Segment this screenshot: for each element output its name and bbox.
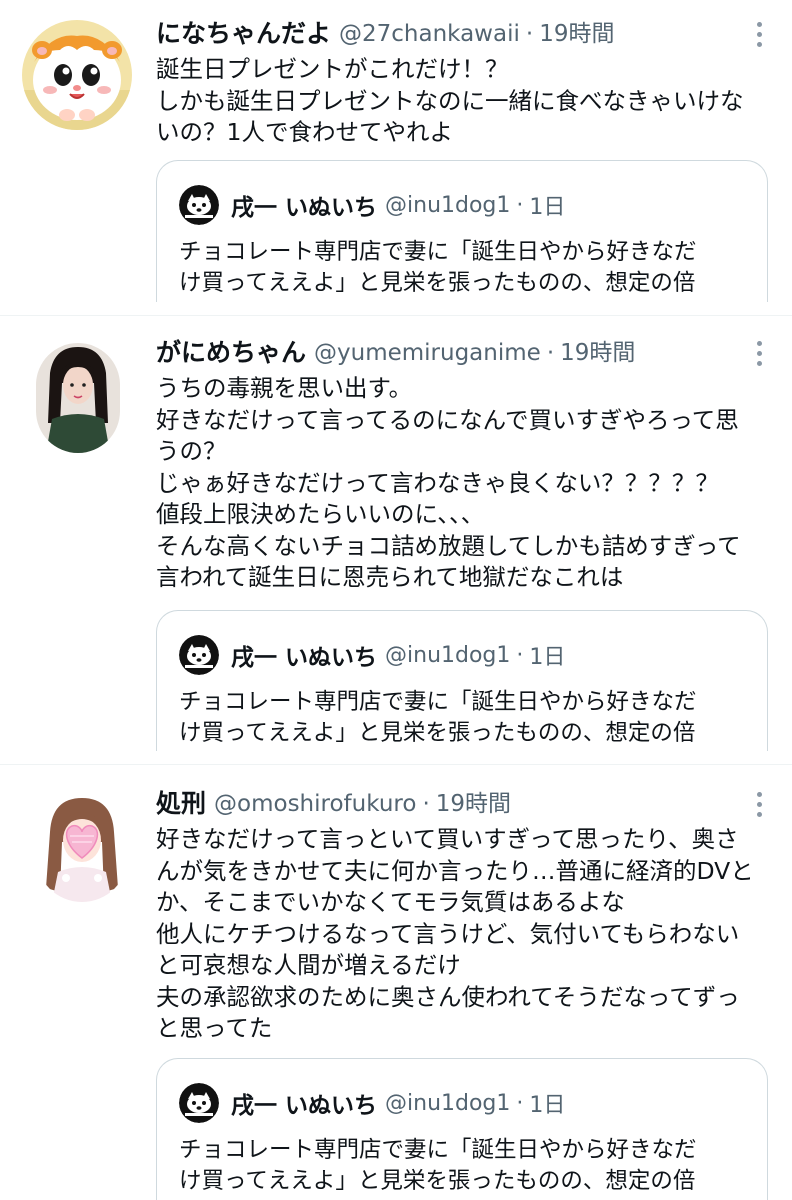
separator-dot: · — [525, 21, 534, 47]
text-line: チョコレート専門店で妻に「誕生日やから好きなだ — [179, 689, 697, 715]
tweet-text: うちの毒親を思い出す。 好きなだけって言ってるのになんで買いすぎやろって思 うの… — [156, 373, 768, 594]
text-line: 誕生日プレゼントがこれだけ！？ — [156, 55, 509, 83]
more-options-icon[interactable] — [744, 335, 774, 371]
text-line: け買ってええよ」と見栄を張ったものの、想定の倍 — [179, 270, 696, 296]
quoted-avatar-dog-logo — [179, 1083, 219, 1123]
username-handle[interactable]: @yumemiruganime — [314, 335, 541, 371]
tweet-3[interactable]: 処刑 @omoshirofukuro · 19時間 好きなだけって言っといて買い… — [0, 766, 792, 1200]
tweet-header: になちゃんだよ @27chankawaii · 19時間 — [156, 16, 768, 52]
quoted-tweet-header: 戌一 いぬいち @inu1dog1 · 1日 — [179, 1083, 565, 1123]
text-line: いの？1人で食わせてやれよ — [156, 118, 453, 146]
quoted-avatar-dog-logo — [179, 635, 219, 675]
display-name[interactable]: がにめちゃん — [156, 335, 306, 371]
text-line: か、そこまでいかなくてモラ気質はあるよな — [156, 888, 625, 916]
text-line: 言われて誕生日に恩売られて地獄だなこれは — [156, 563, 624, 591]
quoted-tweet-header: 戌一 いぬいち @inu1dog1 · 1日 — [179, 185, 565, 225]
text-line: しかも誕生日プレゼントなのに一緒に食べなきゃいけな — [156, 86, 744, 115]
avatar-illustrated-girl[interactable] — [36, 792, 128, 902]
text-line: け買ってええよ」と見栄を張ったものの、想定の倍 — [179, 1168, 696, 1194]
tweet-2[interactable]: がにめちゃん @yumemiruganime · 19時間 うちの毒親を思い出す… — [0, 317, 792, 765]
text-line: 他人にケチつけるなって言うけど、気付いてもらわない — [156, 919, 740, 948]
text-line: 好きなだけって言ってるのになんで買いすぎやろって思 — [156, 405, 739, 434]
text-line: と思ってた — [156, 1014, 273, 1042]
text-line: 好きなだけって言っといて買いすぎって思ったり、奥さ — [156, 825, 739, 853]
tweet-header: がにめちゃん @yumemiruganime · 19時間 — [156, 335, 768, 371]
quoted-timestamp: 1日 — [529, 195, 566, 220]
quoted-timestamp: 1日 — [529, 645, 566, 670]
text-line: チョコレート専門店で妻に「誕生日やから好きなだ — [179, 239, 697, 265]
separator-dot: · — [546, 340, 555, 366]
quoted-display-name: 戌一 いぬいち — [231, 645, 378, 671]
quoted-display-name: 戌一 いぬいち — [231, 195, 378, 221]
text-line: 夫の承認欲求のために奥さん使われてそうだなってずっ — [156, 982, 740, 1011]
quoted-username-handle: @inu1dog1 — [385, 192, 511, 218]
text-line: チョコレート専門店で妻に「誕生日やから好きなだ — [179, 1137, 697, 1163]
quoted-tweet-text: チョコレート専門店で妻に「誕生日やから好きなだ け買ってええよ」と見栄を張ったも… — [179, 687, 749, 749]
quoted-display-name: 戌一 いぬいち — [231, 1093, 378, 1119]
text-line: と可哀想な人間が増えるだけ — [156, 951, 461, 979]
tweet-1[interactable]: になちゃんだよ @27chankawaii · 19時間 誕生日プレゼントがこれ… — [0, 0, 792, 316]
quoted-username-handle: @inu1dog1 — [385, 642, 511, 668]
text-line: んが気をきかせて夫に何か言ったり…普通に経済的DVと — [156, 856, 754, 885]
display-name[interactable]: 処刑 — [156, 786, 206, 822]
separator-dot: · — [516, 192, 524, 218]
text-line: うちの毒親を思い出す。 — [156, 374, 413, 402]
separator-dot: · — [422, 791, 430, 817]
separator-dot: · — [516, 1090, 524, 1116]
quoted-tweet[interactable]: 戌一 いぬいち @inu1dog1 · 1日 チョコレート専門店で妻に「誕生日や… — [156, 160, 768, 302]
quoted-tweet[interactable]: 戌一 いぬいち @inu1dog1 · 1日 チョコレート専門店で妻に「誕生日や… — [156, 1058, 768, 1200]
timestamp[interactable]: 19時間 — [436, 786, 511, 822]
display-name[interactable]: になちゃんだよ — [156, 16, 331, 52]
avatar-person[interactable] — [36, 343, 120, 453]
avatar-hamster[interactable] — [22, 20, 132, 130]
text-line: うの？ — [156, 437, 227, 465]
quoted-timestamp: 1日 — [529, 1093, 566, 1118]
tweet-header: 処刑 @omoshirofukuro · 19時間 — [156, 786, 768, 822]
text-line: 値段上限決めたらいいのに、、、 — [156, 500, 485, 528]
separator-dot: · — [516, 642, 524, 668]
username-handle[interactable]: @omoshirofukuro — [214, 786, 416, 822]
timestamp[interactable]: 19時間 — [560, 335, 635, 371]
tweet-text: 誕生日プレゼントがこれだけ！？ しかも誕生日プレゼントなのに一緒に食べなきゃいけ… — [156, 54, 768, 149]
text-line: け買ってええよ」と見栄を張ったものの、想定の倍 — [179, 720, 696, 746]
quoted-username-handle: @inu1dog1 — [385, 1090, 511, 1116]
text-line: じゃぁ好きなだけって言わなきゃ良くない？？？？？ — [156, 468, 719, 497]
more-options-icon[interactable] — [744, 16, 774, 52]
more-options-icon[interactable] — [744, 786, 774, 822]
text-line: そんな高くないチョコ詰め放題してしかも詰めすぎって — [156, 531, 741, 560]
quoted-tweet-header: 戌一 いぬいち @inu1dog1 · 1日 — [179, 635, 565, 675]
quoted-tweet-text: チョコレート専門店で妻に「誕生日やから好きなだ け買ってええよ」と見栄を張ったも… — [179, 1135, 749, 1197]
username-handle[interactable]: @27chankawaii — [339, 16, 520, 52]
quoted-avatar-dog-logo — [179, 185, 219, 225]
quoted-tweet[interactable]: 戌一 いぬいち @inu1dog1 · 1日 チョコレート専門店で妻に「誕生日や… — [156, 610, 768, 751]
tweet-text: 好きなだけって言っといて買いすぎって思ったり、奥さ んが気をきかせて夫に何か言っ… — [156, 824, 768, 1045]
timestamp[interactable]: 19時間 — [539, 16, 614, 52]
quoted-tweet-text: チョコレート専門店で妻に「誕生日やから好きなだ け買ってええよ」と見栄を張ったも… — [179, 237, 749, 299]
